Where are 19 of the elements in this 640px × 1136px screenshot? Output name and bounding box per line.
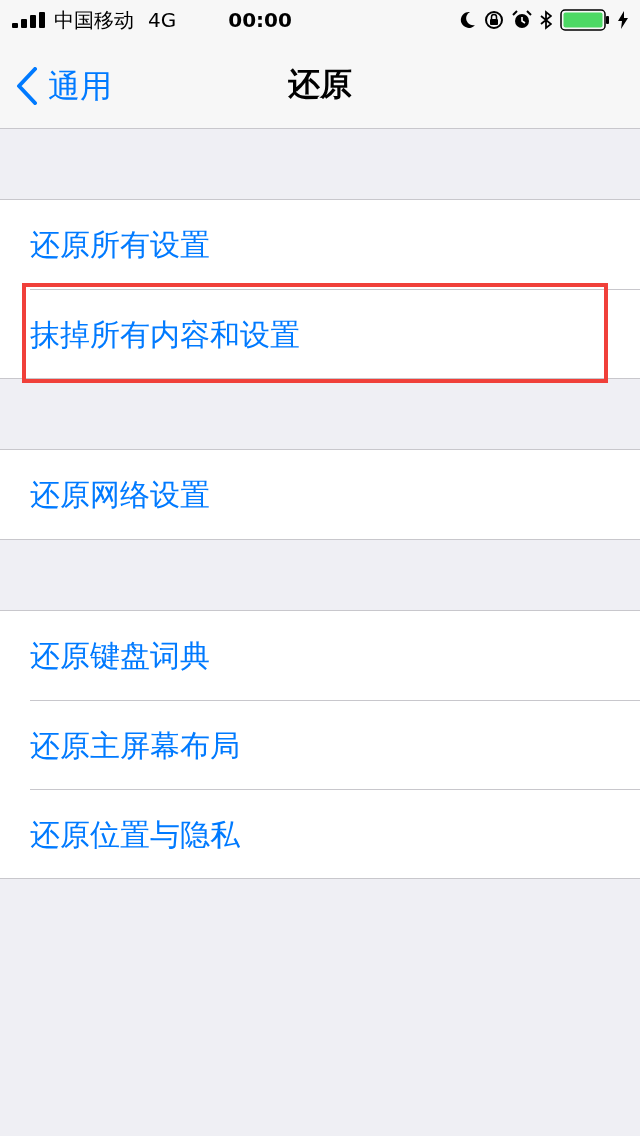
bluetooth-icon [540,10,552,30]
network-type: 4G [148,7,177,34]
reset-option[interactable]: 还原所有设置 [30,222,210,267]
rotation-lock-icon [484,10,504,30]
page-title: 还原 [288,64,352,105]
reset-option[interactable]: 抹掉所有内容和设置 [30,311,300,357]
reset-option[interactable]: 还原主屏幕布局 [30,722,240,768]
carrier-name: 中国移动 [54,7,134,34]
reset-option[interactable]: 还原键盘词典 [30,633,210,678]
signal-icon [12,12,46,28]
back-button[interactable]: 通用 [16,62,112,110]
moon-icon [460,11,476,29]
reset-option[interactable]: 还原位置与隐私 [30,811,240,857]
clock-time: 00:00 [228,7,292,34]
charging-bolt-icon [618,11,628,29]
alarm-icon [512,10,532,30]
battery-icon [560,9,610,31]
back-chevron-icon [16,67,38,105]
reset-option[interactable]: 还原网络设置 [30,472,210,517]
